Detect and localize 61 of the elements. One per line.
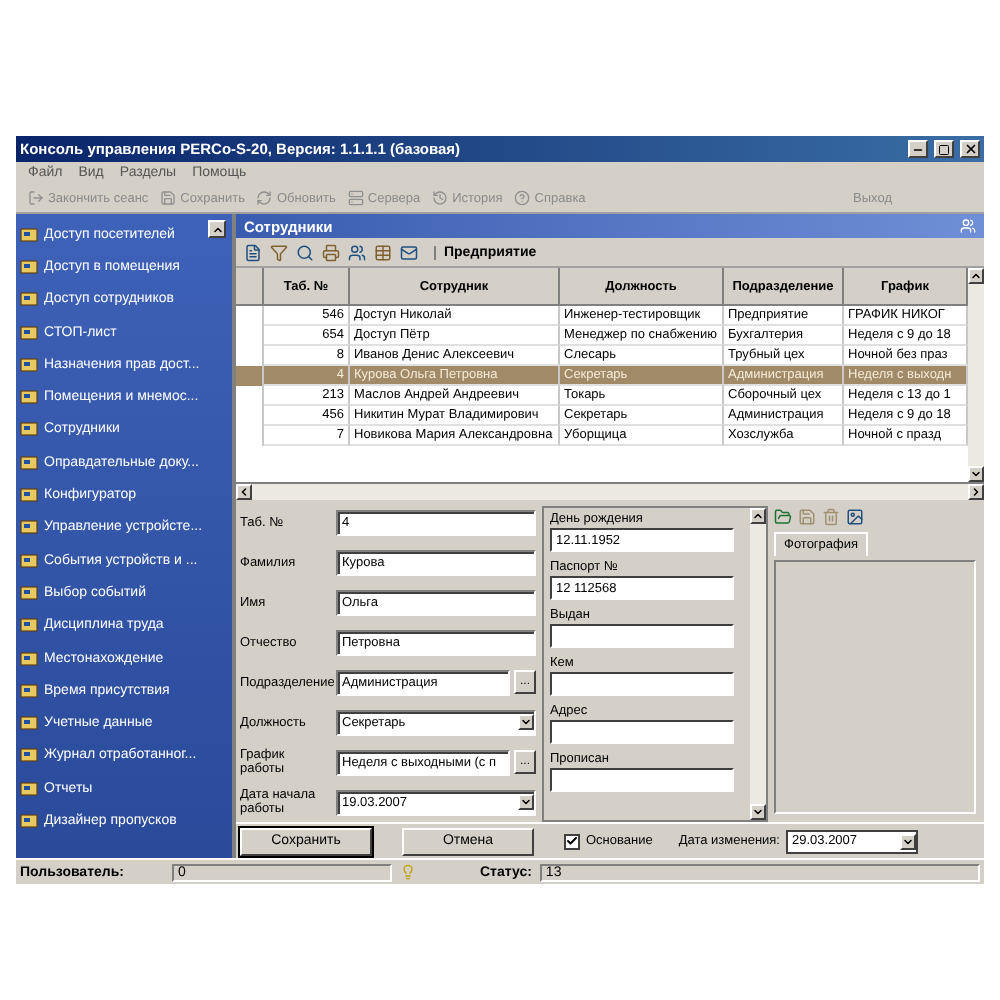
card-icon (20, 551, 38, 570)
scrollbar[interactable] (750, 508, 766, 820)
card-icon (20, 583, 38, 602)
printer-icon[interactable] (322, 243, 340, 261)
input-field[interactable] (550, 672, 734, 696)
chevron-left-icon (238, 486, 250, 498)
card-icon (20, 649, 38, 667)
card-icon (20, 616, 38, 635)
card-icon (20, 420, 38, 439)
chevron-right-icon (970, 486, 982, 498)
card-icon (20, 257, 38, 276)
table-icon[interactable] (374, 243, 392, 261)
chevron-up-icon (211, 223, 223, 235)
server-icon (347, 190, 364, 206)
card-icon (20, 811, 38, 830)
scrollbar[interactable] (968, 268, 984, 482)
help-icon (514, 190, 531, 206)
filter-icon[interactable] (270, 243, 288, 261)
lightbulb-icon (400, 864, 416, 880)
card-icon (20, 746, 38, 765)
card-icon (20, 681, 38, 700)
chevron-up-icon (970, 270, 982, 282)
card-icon (20, 518, 38, 537)
mail-icon[interactable] (400, 243, 418, 261)
folder-icon[interactable] (774, 508, 792, 526)
image-icon[interactable] (846, 508, 864, 526)
checkbox[interactable] (564, 833, 580, 849)
input-field[interactable] (550, 720, 734, 744)
close-icon (963, 142, 977, 156)
refresh-icon (256, 190, 273, 206)
card-icon (20, 714, 38, 733)
logout-icon (28, 190, 44, 206)
chevron-down-icon (520, 796, 532, 808)
history-icon (432, 190, 449, 206)
horizontal-scrollbar[interactable] (236, 484, 984, 500)
maximize-button[interactable] (934, 140, 954, 158)
input-field[interactable] (550, 624, 734, 648)
minimize-icon (912, 143, 924, 155)
users-icon (960, 218, 976, 234)
chevron-down-icon (520, 716, 532, 728)
chevron-down-icon (752, 806, 764, 818)
chevron-down-icon (970, 468, 982, 480)
document-icon[interactable] (244, 243, 262, 261)
search-icon[interactable] (296, 243, 314, 261)
input-field[interactable] (550, 768, 734, 792)
card-icon (20, 486, 38, 505)
card-icon (20, 225, 38, 244)
maximize-icon (938, 143, 950, 155)
minimize-button[interactable] (908, 140, 928, 158)
chevron-down-icon (902, 835, 914, 847)
card-icon (20, 290, 38, 309)
card-icon (20, 388, 38, 407)
card-icon (20, 453, 38, 472)
chevron-up-icon (752, 510, 764, 522)
close-button[interactable] (960, 140, 980, 158)
card-icon (20, 779, 38, 798)
save-icon (160, 190, 177, 206)
users-icon[interactable] (348, 243, 366, 261)
card-icon (20, 323, 38, 342)
card-icon (20, 355, 38, 374)
scroll-up-button[interactable] (208, 220, 226, 238)
